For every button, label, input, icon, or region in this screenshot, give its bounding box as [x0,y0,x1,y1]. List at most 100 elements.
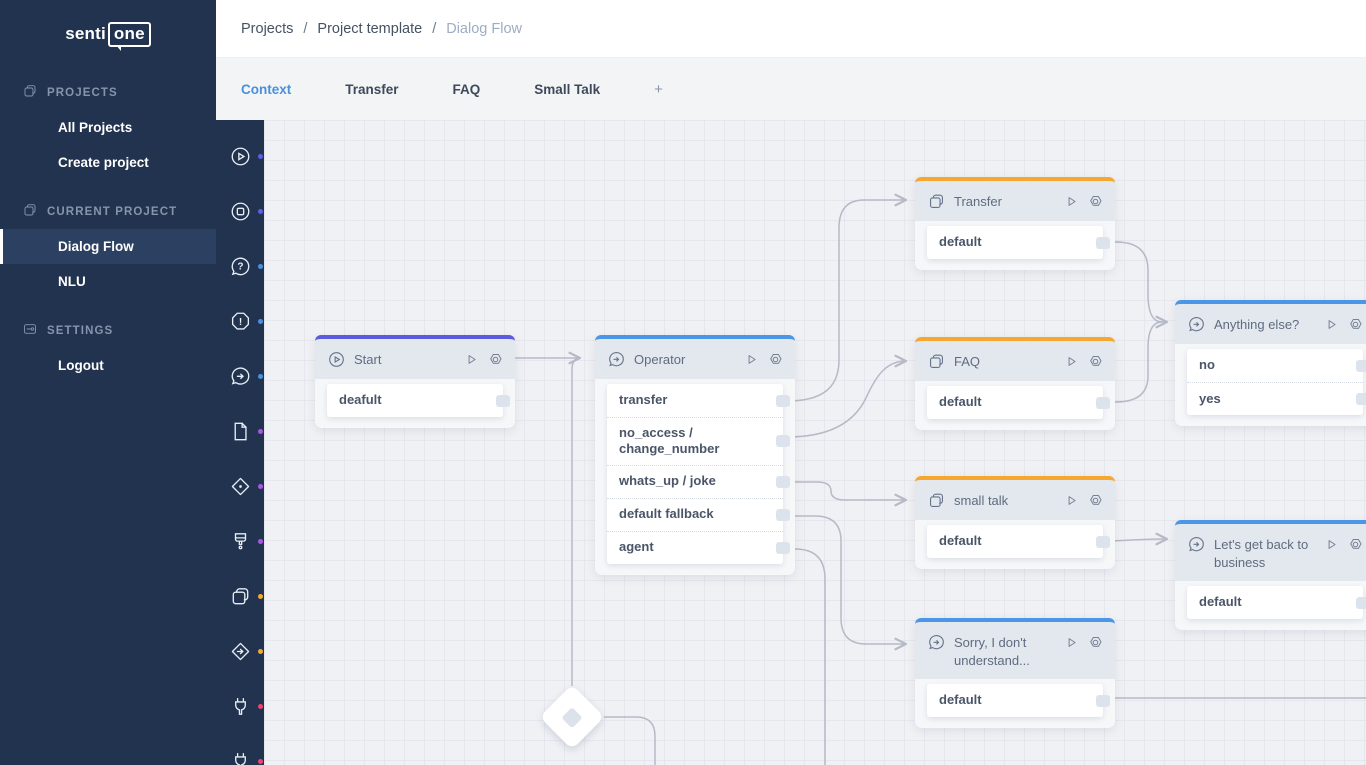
connector-port[interactable] [776,476,790,488]
palette-diamond-dot-icon[interactable] [225,471,255,501]
node-body: deafult [327,384,503,417]
play-icon[interactable] [743,351,760,368]
node-lets-get-back-header[interactable]: Let's get back to business [1175,520,1366,581]
connector-port[interactable] [496,395,510,407]
node-operator-item-agent[interactable]: agent [607,531,783,564]
connector-port[interactable] [776,542,790,554]
connector-port[interactable] [1356,597,1366,609]
node-operator-item-whats-up-joke[interactable]: whats_up / joke [607,465,783,498]
sentione-logo: sentione [0,0,216,57]
node-item-label: deafult [339,392,382,408]
tab-add-button[interactable]: + [654,81,663,98]
palette-question-bubble-icon[interactable]: ? [225,251,255,281]
node-sorry-item-default[interactable]: default [927,684,1103,717]
node-faq-header[interactable]: FAQ [915,337,1115,381]
node-small-talk-header[interactable]: small talk [915,476,1115,520]
palette-document-icon[interactable] [225,416,255,446]
gear-icon[interactable] [1087,634,1104,651]
node-anything-else-item-yes[interactable]: yes [1187,382,1363,415]
palette-cards-icon[interactable] [225,581,255,611]
gear-icon[interactable] [1087,193,1104,210]
node-transfer-header[interactable]: Transfer [915,177,1115,221]
connector-port[interactable] [1356,360,1366,372]
node-faq: FAQ default [915,337,1115,430]
node-small-talk-item-default[interactable]: default [927,525,1103,558]
tab-transfer[interactable]: Transfer [345,82,398,97]
play-icon[interactable] [1323,316,1340,333]
palette-diamond-arrow-icon[interactable] [225,636,255,666]
node-operator-item-no-access-change-number[interactable]: no_access / change_number [607,417,783,465]
diamond-handle[interactable] [561,706,582,727]
sidebar-item-nlu[interactable]: NLU [0,264,216,299]
node-lets-get-back: Let's get back to business default [1175,520,1366,630]
node-item-label: default [939,394,982,410]
edge-operator-transfer-to-transfer[interactable] [787,200,906,401]
palette-play-circle-icon[interactable] [225,141,255,171]
node-title: Start [354,350,455,369]
play-icon[interactable] [1063,193,1080,210]
tab-faq[interactable]: FAQ [453,82,481,97]
palette-bubble-arrow-icon[interactable] [225,361,255,391]
connector-port[interactable] [1096,237,1110,249]
palette-stop-circle-icon[interactable] [225,196,255,226]
node-start-header[interactable]: Start [315,335,515,379]
breadcrumb-projects[interactable]: Projects [241,21,293,37]
node-start-item-deafult[interactable]: deafult [327,384,503,417]
flow-canvas[interactable]: Start deafult Operator transferno_access / … [264,120,1366,765]
connector-port[interactable] [1096,397,1110,409]
edge-operator-fallback-to-sorry[interactable] [787,516,906,644]
node-lets-get-back-item-default[interactable]: default [1187,586,1363,619]
sidebar-item-logout[interactable]: Logout [0,348,216,383]
play-icon[interactable] [1063,492,1080,509]
node-operator-item-transfer[interactable]: transfer [607,384,783,417]
palette-alert-octagon-icon[interactable]: ! [225,306,255,336]
cards-icon [927,491,946,510]
connector-port[interactable] [1096,695,1110,707]
gear-icon[interactable] [1087,492,1104,509]
play-icon[interactable] [1323,536,1340,553]
play-icon[interactable] [1063,353,1080,370]
connector-port[interactable] [776,435,790,447]
palette-brush-icon[interactable] [225,526,255,556]
tab-small-talk[interactable]: Small Talk [534,82,600,97]
edge-diamond-to-operator[interactable] [572,358,580,686]
node-sorry-header[interactable]: Sorry, I don't understand... [915,618,1115,679]
node-anything-else-item-no[interactable]: no [1187,349,1363,382]
node-title: Operator [634,350,735,369]
gear-icon[interactable] [487,351,504,368]
connector-port[interactable] [1356,393,1366,405]
edge-operator-whatsup-to-smalltalk[interactable] [787,482,906,500]
palette-plug-icon[interactable] [225,746,255,765]
gear-icon[interactable] [1087,353,1104,370]
connector-port[interactable] [1096,536,1110,548]
node-item-label: agent [619,539,654,555]
play-icon[interactable] [463,351,480,368]
tab-context[interactable]: Context [241,82,291,97]
palette-plug-icon[interactable] [225,691,255,721]
topbar: Projects/Project template/Dialog Flow [216,0,1366,58]
gear-icon[interactable] [1347,536,1364,553]
sidebar-item-create-project[interactable]: Create project [0,145,216,180]
connector-port[interactable] [776,509,790,521]
gear-icon[interactable] [1347,316,1364,333]
node-transfer-item-default[interactable]: default [927,226,1103,259]
node-faq-item-default[interactable]: default [927,386,1103,419]
node-operator-item-default-fallback[interactable]: default fallback [607,498,783,531]
node-anything-else-header[interactable]: Anything else? [1175,300,1366,344]
edge-diamond-right-down[interactable] [604,717,655,765]
node-operator-header[interactable]: Operator [595,335,795,379]
node-body: default [927,684,1103,717]
sidebar-nav: PROJECTSAll ProjectsCreate projectCURREN… [0,75,216,397]
sidebar-item-all-projects[interactable]: All Projects [0,110,216,145]
breadcrumb-project-template[interactable]: Project template [317,21,422,37]
bubble-arrow-icon [1187,315,1206,334]
edge-operator-agent-down[interactable] [787,549,825,765]
gear-icon[interactable] [767,351,784,368]
palette-dot [258,374,263,379]
node-actions [1323,535,1364,553]
node-body: default [927,525,1103,558]
connector-port[interactable] [776,395,790,407]
play-icon[interactable] [1063,634,1080,651]
sidebar-item-dialog-flow[interactable]: Dialog Flow [0,229,216,264]
breadcrumb-separator: / [432,21,436,37]
